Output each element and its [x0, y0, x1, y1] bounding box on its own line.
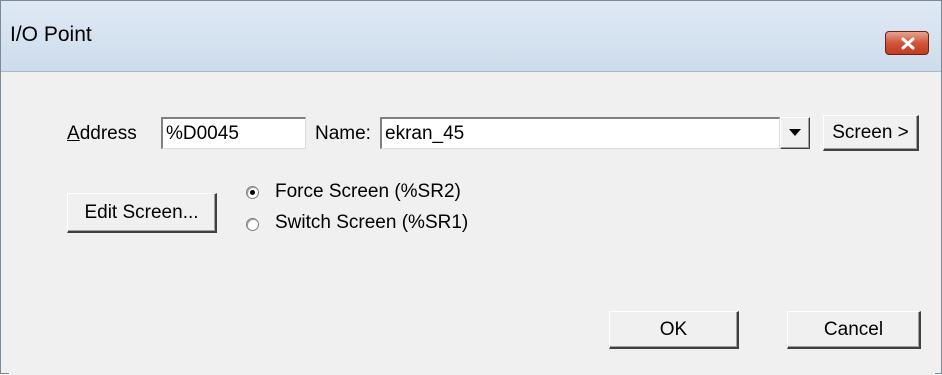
name-label: Name: — [315, 123, 371, 144]
name-field[interactable]: ekran_45 — [380, 117, 780, 149]
address-label-mnemonic: A — [67, 123, 80, 144]
close-icon — [901, 37, 915, 50]
screen-button[interactable]: Screen > — [823, 115, 919, 151]
window-title: I/O Point — [10, 23, 92, 46]
force-screen-label: Force Screen (%SR2) — [275, 181, 461, 202]
address-label: Address — [67, 123, 137, 145]
cancel-button[interactable]: Cancel — [787, 311, 921, 349]
close-button[interactable] — [885, 31, 929, 55]
switch-screen-label: Switch Screen (%SR1) — [275, 212, 469, 233]
ok-button[interactable]: OK — [609, 311, 739, 349]
name-dropdown-button[interactable] — [780, 117, 810, 149]
switch-screen-radio[interactable] — [246, 218, 259, 231]
dialog-body: Address %D0045 Name: ekran_45 Screen > E… — [9, 72, 935, 375]
io-point-dialog: I/O Point Address %D0045 Name: ekran_45 … — [0, 0, 942, 375]
chevron-down-icon — [789, 129, 801, 136]
title-bar[interactable]: I/O Point — [1, 1, 941, 72]
edit-screen-button[interactable]: Edit Screen... — [67, 193, 217, 233]
address-field[interactable]: %D0045 — [161, 117, 306, 149]
force-screen-radio[interactable] — [246, 186, 259, 199]
address-label-rest: ddress — [79, 123, 137, 144]
